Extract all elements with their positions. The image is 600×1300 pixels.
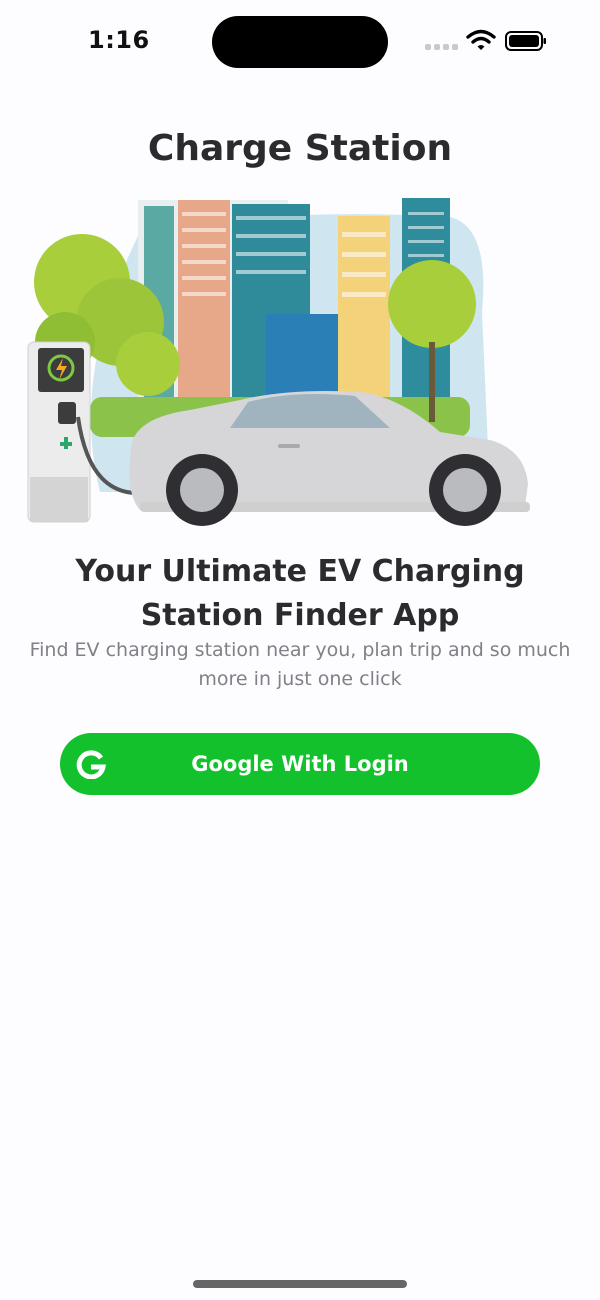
dynamic-island	[212, 16, 388, 68]
google-login-label: Google With Login	[191, 752, 409, 776]
onboarding-subtitle: Find EV charging station near you, plan …	[29, 639, 571, 690]
battery-icon	[505, 31, 546, 51]
cellular-signal-icon	[425, 44, 459, 50]
wifi-icon	[466, 29, 496, 50]
onboarding-headline: Your Ultimate EV Charging Station Finder…	[75, 554, 525, 633]
status-time: 1:16	[88, 26, 150, 54]
ev-charging-illustration	[27, 198, 530, 526]
status-bar: 1:16	[0, 0, 600, 84]
app-title: Charge Station	[147, 128, 453, 169]
google-login-button[interactable]: Google With Login	[60, 733, 540, 795]
home-indicator	[193, 1280, 407, 1288]
